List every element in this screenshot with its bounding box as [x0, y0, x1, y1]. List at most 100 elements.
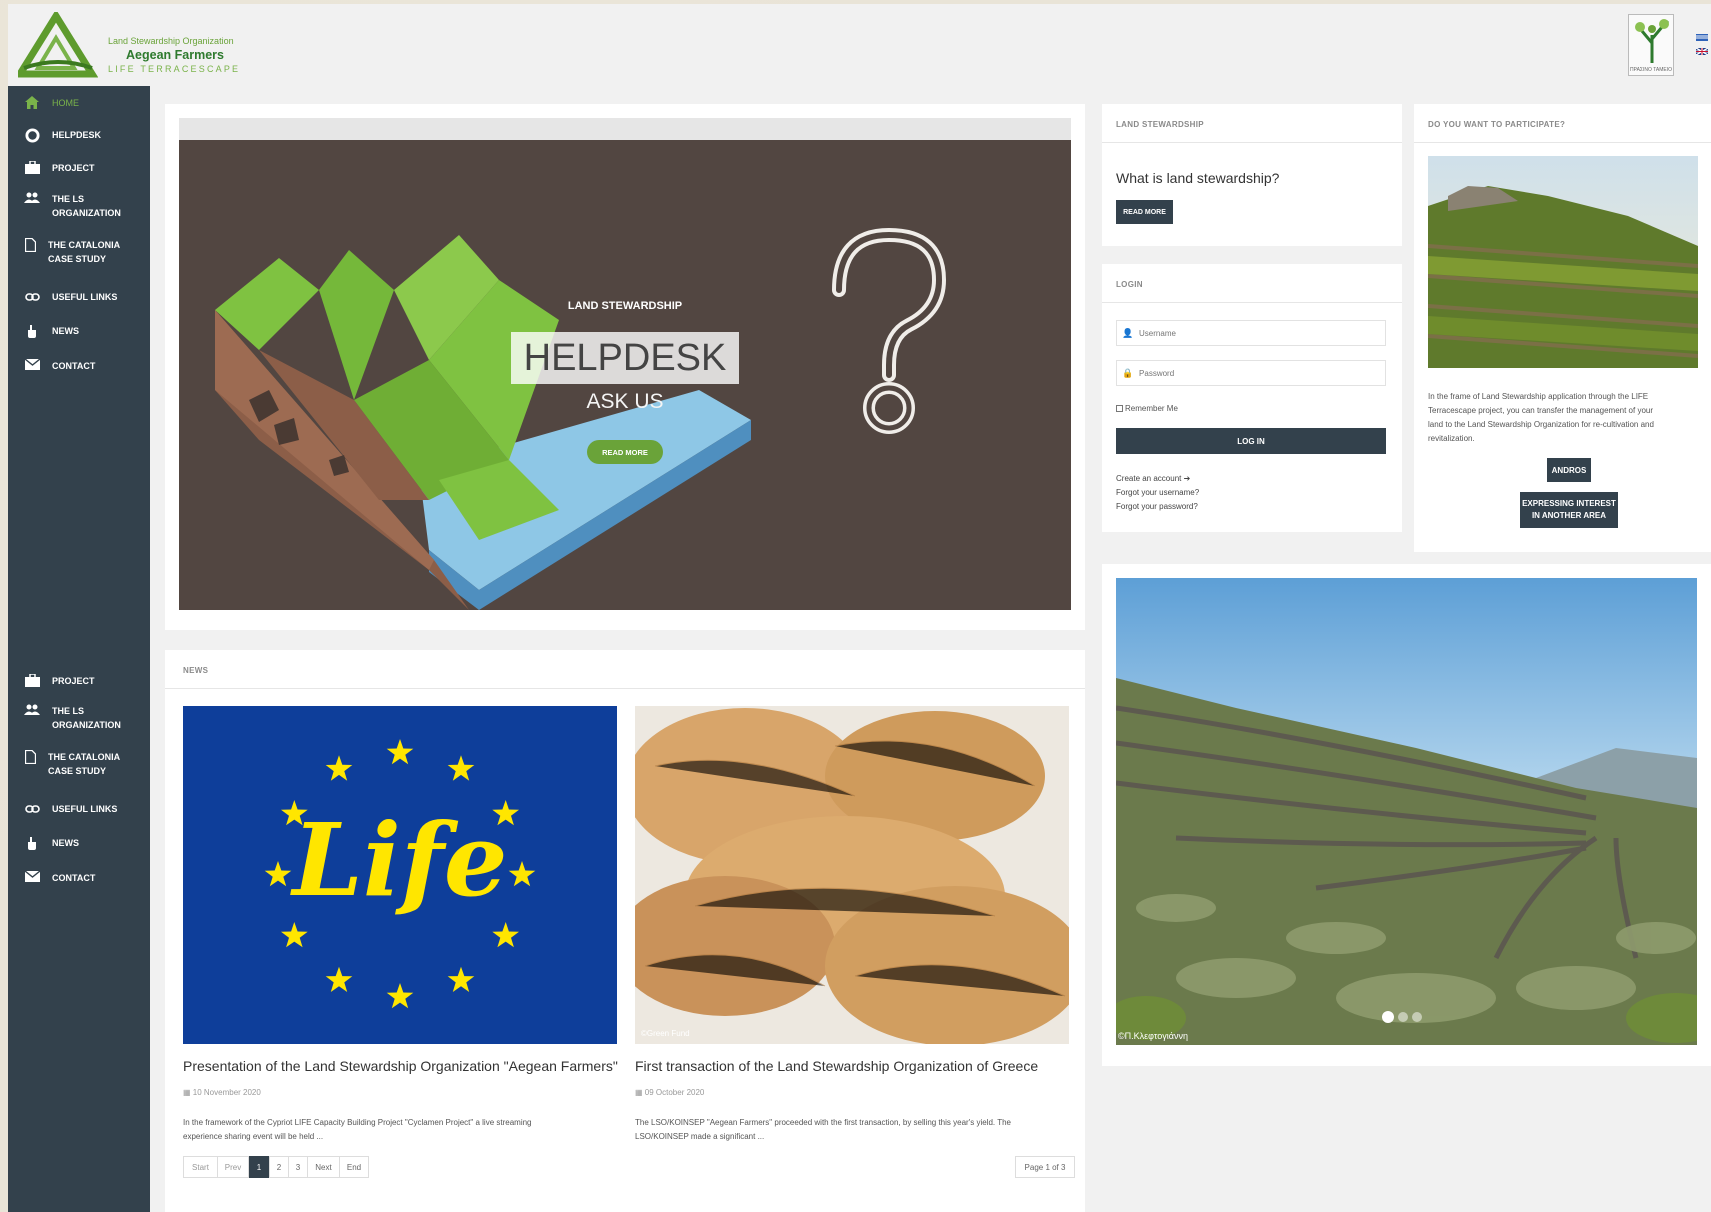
- lifebuoy-icon: [24, 128, 40, 143]
- file-icon: [22, 749, 38, 765]
- sidebar-item-label: HOME: [52, 98, 79, 108]
- eu-star-icon: [325, 755, 353, 781]
- news-item-title[interactable]: Presentation of the Land Stewardship Org…: [183, 1058, 618, 1074]
- sidebar-item-label: THE LS ORGANIZATION: [52, 706, 121, 730]
- sidebar-item-label: NEWS: [52, 326, 79, 336]
- slideshow-image: ©Π.Κλεφτογιάννη: [1116, 578, 1697, 1045]
- pagination-prev[interactable]: Prev: [217, 1156, 249, 1178]
- triangle-logo-icon: [18, 12, 98, 78]
- pagination-page[interactable]: 3: [288, 1156, 308, 1178]
- sidebar-item-label: USEFUL LINKS: [52, 292, 118, 302]
- login-button[interactable]: LOG IN: [1116, 428, 1386, 454]
- sidebar-item-news[interactable]: NEWS: [8, 828, 150, 858]
- hero-kicker: LAND STEWARDSHIP: [567, 300, 683, 312]
- flag-greek-icon[interactable]: [1696, 34, 1708, 41]
- password-input[interactable]: [1139, 368, 1385, 378]
- sidebar-item-ls-organization[interactable]: THE LS ORGANIZATION: [8, 700, 150, 736]
- remember-me[interactable]: Remember Me: [1116, 404, 1178, 413]
- hand-icon: [24, 836, 40, 850]
- sidebar-item-catalonia[interactable]: THE CATALONIA CASE STUDY: [8, 234, 150, 270]
- sidebar-item-contact[interactable]: CONTACT: [8, 863, 150, 893]
- news-title: NEWS: [183, 666, 209, 675]
- flag-english-icon[interactable]: [1695, 47, 1709, 56]
- logo-text: Land Stewardship Organization Aegean Far…: [108, 36, 240, 74]
- partner-caption: ΠΡΑΣΙΝΟ ΤΑΜΕΙΟ: [1630, 67, 1672, 73]
- hero-slide: LAND STEWARDSHIP HELPDESK ASK US READ MO…: [179, 140, 1071, 610]
- link-icon: [24, 802, 40, 816]
- logo-line-2: Aegean Farmers: [126, 48, 224, 62]
- remember-label: Remember Me: [1125, 404, 1178, 413]
- pagination-end[interactable]: End: [339, 1156, 369, 1178]
- sidebar-item-label: USEFUL LINKS: [52, 804, 118, 814]
- slide-dot[interactable]: [1412, 1012, 1422, 1022]
- news-item-excerpt: In the framework of the Cypriot LIFE Cap…: [183, 1118, 532, 1141]
- participate-text: In the frame of Land Stewardship applica…: [1428, 392, 1654, 443]
- divider: [1102, 142, 1402, 143]
- user-icon: 👤: [1122, 327, 1134, 338]
- pagination-page[interactable]: 2: [269, 1156, 289, 1178]
- forgot-password-link[interactable]: Forgot your password?: [1116, 500, 1198, 514]
- sidebar-item-project[interactable]: PROJECT: [8, 666, 150, 696]
- username-field[interactable]: 👤: [1116, 320, 1386, 346]
- sidebar-item-label: PROJECT: [52, 676, 95, 686]
- sidebar-item-home[interactable]: HOME: [8, 88, 150, 118]
- sidebar-item-label: THE CATALONIA CASE STUDY: [48, 240, 121, 264]
- sidebar-item-useful-links[interactable]: USEFUL LINKS: [8, 282, 150, 312]
- participate-photo: [1428, 156, 1698, 368]
- create-account-link[interactable]: Create an account ➔: [1116, 472, 1190, 486]
- logo-line-1: Land Stewardship Organization: [108, 36, 234, 46]
- news-item-image[interactable]: ©Green Fund: [635, 706, 1069, 1044]
- news-item-image[interactable]: Life: [183, 706, 617, 1044]
- express-interest-button[interactable]: EXPRESSING INTEREST IN ANOTHER AREA: [1520, 492, 1618, 528]
- sidebar-item-ls-organization[interactable]: THE LS ORGANIZATION: [8, 188, 150, 224]
- eu-star-icon: [386, 739, 414, 765]
- andros-button[interactable]: ANDROS: [1547, 458, 1591, 482]
- sidebar-item-label: NEWS: [52, 838, 79, 848]
- pagination-start[interactable]: Start: [183, 1156, 218, 1178]
- sidebar-item-catalonia[interactable]: THE CATALONIA CASE STUDY: [8, 746, 150, 782]
- username-input[interactable]: [1139, 328, 1385, 338]
- pagination-page[interactable]: 1: [249, 1156, 269, 1178]
- site-header: Land Stewardship Organization Aegean Far…: [8, 4, 1711, 86]
- hay-bales-photo: [635, 706, 1069, 1044]
- stewardship-title: LAND STEWARDSHIP: [1116, 120, 1204, 129]
- news-item-excerpt: The LSO/KOINSEP "Aegean Farmers" proceed…: [635, 1118, 1011, 1141]
- pagination-summary: Page 1 of 3: [1015, 1156, 1075, 1178]
- remember-checkbox[interactable]: [1116, 405, 1123, 412]
- calendar-icon: ▦: [183, 1088, 193, 1097]
- sidebar-item-label: HELPDESK: [52, 130, 102, 140]
- slide-dot[interactable]: [1398, 1012, 1408, 1022]
- image-credit: ©Green Fund: [641, 1029, 690, 1038]
- pagination-next[interactable]: Next: [307, 1156, 340, 1178]
- partner-logo[interactable]: ΠΡΑΣΙΝΟ ΤΑΜΕΙΟ: [1628, 14, 1674, 76]
- sidebar: HOME HELPDESK PROJECT THE LS ORGANIZATION…: [8, 86, 150, 1212]
- tree-icon: [1635, 19, 1670, 63]
- hero-read-more-button[interactable]: READ MORE: [587, 440, 663, 464]
- site-logo[interactable]: Land Stewardship Organization Aegean Far…: [18, 12, 248, 82]
- sidebar-item-news[interactable]: NEWS: [8, 316, 150, 346]
- hero-panel: LAND STEWARDSHIP HELPDESK ASK US READ MO…: [165, 104, 1085, 630]
- eu-star-icon: [447, 966, 475, 992]
- briefcase-icon: [24, 673, 40, 688]
- slide-dot-active[interactable]: [1382, 1011, 1394, 1023]
- forgot-username-link[interactable]: Forgot your username?: [1116, 486, 1199, 500]
- login-title: LOGIN: [1116, 280, 1143, 289]
- envelope-icon: [24, 358, 40, 373]
- sidebar-item-helpdesk[interactable]: HELPDESK: [8, 120, 150, 150]
- photo-credit: ©Π.Κλεφτογιάννη: [1118, 1031, 1188, 1041]
- users-icon: [24, 704, 40, 718]
- news-item-title[interactable]: First transaction of the Land Stewardshi…: [635, 1058, 1038, 1074]
- sidebar-item-useful-links[interactable]: USEFUL LINKS: [8, 794, 150, 824]
- password-field[interactable]: 🔒: [1116, 360, 1386, 386]
- slideshow-panel: ©Π.Κλεφτογιάννη: [1102, 564, 1711, 1066]
- users-icon: [24, 192, 40, 206]
- stewardship-read-more-button[interactable]: READ MORE: [1116, 200, 1173, 224]
- sidebar-item-contact[interactable]: CONTACT: [8, 351, 150, 381]
- hero-topbar: [179, 118, 1071, 140]
- eu-star-icon: [281, 922, 308, 948]
- divider: [165, 688, 1085, 689]
- arrow-right-icon: ➔: [1183, 474, 1191, 483]
- divider: [1102, 302, 1402, 303]
- sidebar-item-project[interactable]: PROJECT: [8, 153, 150, 183]
- participate-panel: DO YOU WANT TO PARTICIPATE? In the frame…: [1414, 104, 1711, 552]
